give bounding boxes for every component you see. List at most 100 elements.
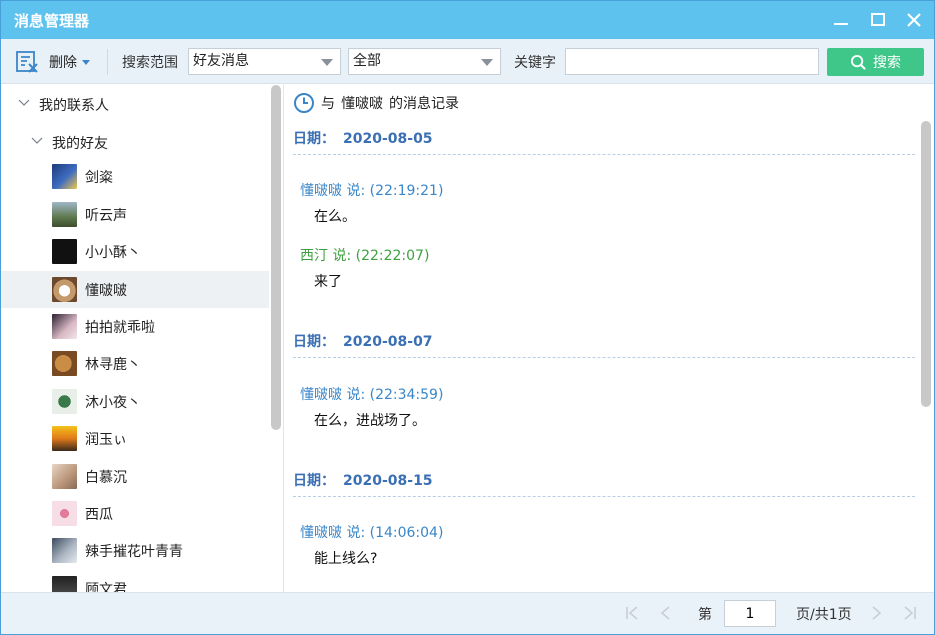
contact-item[interactable]: 辣手摧花叶青青 — [1, 532, 269, 569]
keyword-input[interactable] — [565, 48, 819, 75]
window-title: 消息管理器 — [14, 12, 90, 30]
history-header-prefix: 与 — [321, 96, 335, 112]
date-header: 日期： 2020-08-15 — [293, 470, 915, 497]
avatar — [52, 389, 77, 414]
delete-dropdown-icon — [82, 59, 90, 65]
date-header: 日期： 2020-08-05 — [293, 128, 915, 155]
message-sender: 懂啵啵 说: (14:06:04) — [300, 525, 444, 541]
toolbar-divider — [107, 49, 108, 75]
date-value: 2020-08-15 — [343, 473, 433, 489]
minimize-button[interactable] — [829, 8, 853, 32]
avatar — [52, 277, 77, 302]
tree-root-label: 我的联系人 — [39, 98, 109, 114]
contact-name: 顾文君 — [85, 581, 127, 593]
contact-name: 林寻鹿丶 — [85, 356, 141, 373]
contact-name: 辣手摧花叶青青 — [85, 543, 183, 560]
tree-group-label: 我的好友 — [52, 136, 108, 152]
next-page-icon — [872, 606, 882, 620]
search-scope-value: 好友消息 — [193, 53, 249, 69]
contact-item[interactable]: 听云声 — [1, 196, 269, 233]
chevron-down-icon — [321, 59, 333, 66]
chevron-down-icon — [18, 97, 34, 113]
avatar — [52, 464, 77, 489]
clock-icon — [294, 93, 314, 113]
prev-page-button[interactable] — [657, 604, 675, 622]
tree-group-friends[interactable]: 我的好友 — [31, 133, 108, 153]
date-header: 日期： 2020-08-07 — [293, 331, 915, 358]
contact-item[interactable]: 西瓜 — [1, 495, 269, 532]
chevron-down-icon — [481, 59, 493, 66]
contact-item[interactable]: 白慕沉 — [1, 458, 269, 495]
search-scope-select[interactable]: 好友消息 — [188, 48, 341, 75]
message-sender: 西汀 说: (22:22:07) — [300, 248, 430, 264]
contact-item[interactable]: 沐小夜丶 — [1, 383, 269, 420]
avatar — [52, 164, 77, 189]
contact-item[interactable]: 小小酥丶 — [1, 233, 269, 270]
first-page-icon — [626, 606, 638, 620]
delete-button[interactable]: 删除 — [15, 50, 90, 74]
message-manager-window: 消息管理器 删除 搜索范围 好友消息 全部 关键字 搜索 我的联系人 我的好友 … — [0, 0, 935, 635]
toolbar: 删除 搜索范围 好友消息 全部 关键字 搜索 — [1, 39, 934, 84]
date-range-select[interactable]: 全部 — [348, 48, 501, 75]
avatar — [52, 314, 77, 339]
message-text: 在么。 — [314, 209, 356, 225]
first-page-button[interactable] — [623, 604, 641, 622]
delete-records-icon — [16, 51, 38, 73]
date-value: 2020-08-07 — [343, 334, 433, 350]
minimize-icon — [834, 23, 848, 25]
history-header-suffix: 的消息记录 — [389, 96, 459, 112]
contact-name: 听云声 — [85, 207, 127, 224]
last-page-button[interactable] — [901, 604, 919, 622]
message-text: 能上线么? — [314, 551, 378, 567]
close-button[interactable] — [902, 8, 926, 32]
contact-item[interactable]: 顾文君 — [1, 570, 269, 592]
contact-item[interactable]: 润玉ぃ — [1, 420, 269, 457]
title-bar[interactable]: 消息管理器 — [1, 1, 934, 39]
contact-item-selected[interactable]: 懂啵啵 — [1, 271, 269, 308]
history-header: 与 懂啵啵 的消息记录 — [293, 92, 459, 114]
page-prefix: 第 — [698, 607, 712, 623]
message-history-panel: 与 懂啵啵 的消息记录 日期： 2020-08-05 懂啵啵 说: (22:19:… — [285, 85, 934, 592]
message-text: 来了 — [314, 274, 342, 290]
sidebar-scrollbar[interactable] — [271, 85, 281, 430]
prev-page-icon — [660, 606, 670, 620]
tree-root-contacts[interactable]: 我的联系人 — [18, 95, 109, 115]
contact-name: 剑粢 — [85, 169, 113, 186]
contact-name: 沐小夜丶 — [85, 394, 141, 411]
contact-item[interactable]: 拍拍就乖啦 — [1, 308, 269, 345]
date-label: 日期： — [293, 334, 335, 350]
delete-label: 删除 — [49, 55, 77, 71]
contacts-sidebar: 我的联系人 我的好友 剑粢 听云声 小小酥丶 懂啵啵 拍拍就乖啦 林寻鹿丶 沐小… — [1, 85, 284, 592]
last-page-icon — [904, 606, 916, 620]
maximize-icon — [871, 13, 885, 26]
contact-name: 西瓜 — [85, 506, 113, 523]
avatar — [52, 501, 77, 526]
date-label: 日期： — [293, 131, 335, 147]
search-scope-label: 搜索范围 — [122, 55, 178, 71]
avatar — [52, 202, 77, 227]
date-value: 2020-08-05 — [343, 131, 433, 147]
search-button[interactable]: 搜索 — [827, 48, 924, 76]
avatar — [52, 426, 77, 451]
contact-item[interactable]: 林寻鹿丶 — [1, 345, 269, 382]
date-label: 日期： — [293, 473, 335, 489]
message-sender: 懂啵啵 说: (22:19:21) — [300, 183, 444, 199]
date-range-value: 全部 — [353, 53, 381, 69]
chevron-down-icon — [31, 135, 47, 151]
history-scrollbar[interactable] — [921, 121, 931, 407]
page-number-input[interactable] — [724, 600, 776, 627]
search-icon — [850, 54, 866, 70]
avatar — [52, 351, 77, 376]
avatar — [52, 576, 77, 592]
contact-name: 懂啵啵 — [85, 282, 127, 299]
search-button-label: 搜索 — [873, 55, 901, 71]
contact-item[interactable]: 剑粢 — [1, 158, 269, 195]
contact-name: 润玉ぃ — [85, 431, 127, 448]
maximize-button[interactable] — [866, 8, 890, 32]
contact-name: 拍拍就乖啦 — [85, 319, 155, 336]
next-page-button[interactable] — [867, 604, 885, 622]
message-text: 在么，进战场了。 — [314, 413, 426, 429]
close-icon — [907, 13, 921, 27]
page-suffix: 页/共1页 — [796, 607, 852, 623]
contact-name: 白慕沉 — [85, 469, 127, 486]
